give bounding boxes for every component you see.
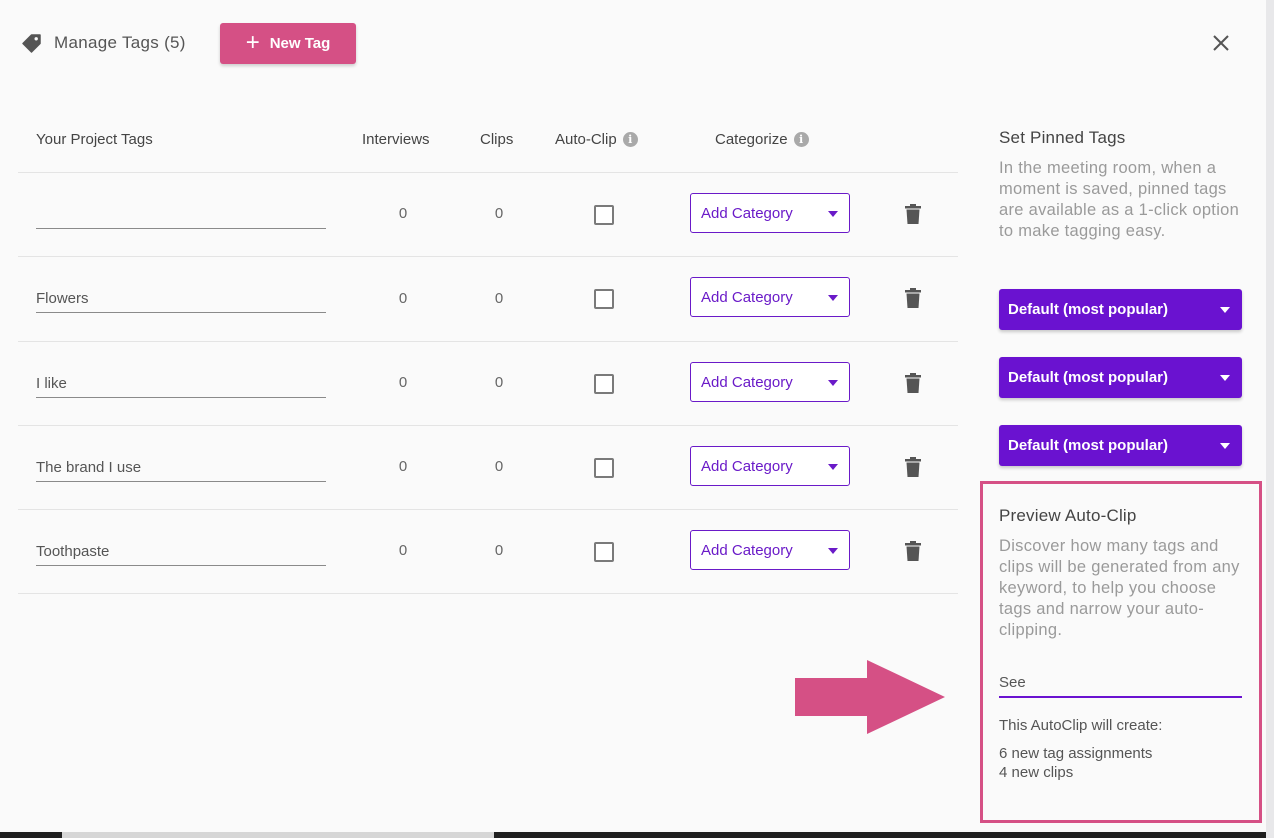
add-category-label: Add Category	[701, 457, 793, 475]
interviews-count: 0	[398, 458, 408, 475]
add-category-dropdown[interactable]: Add Category	[690, 362, 850, 402]
trash-icon[interactable]	[905, 541, 921, 561]
auto-clip-result-tags: 6 new tag assignments	[999, 745, 1153, 762]
column-header-categorize-label: Categorize	[715, 131, 788, 148]
column-header-tags-label: Your Project Tags	[36, 131, 153, 148]
add-category-label: Add Category	[701, 288, 793, 306]
column-header-auto-clip-label: Auto-Clip	[555, 131, 617, 148]
interviews-count: 0	[398, 290, 408, 307]
chevron-down-icon	[828, 295, 838, 301]
pinned-tag-dropdown-label: Default (most popular)	[1008, 437, 1168, 454]
clips-count: 0	[494, 458, 504, 475]
add-category-label: Add Category	[701, 204, 793, 222]
add-category-label: Add Category	[701, 541, 793, 559]
row-divider	[18, 509, 958, 510]
pinned-tag-dropdown-3[interactable]: Default (most popular)	[999, 425, 1242, 466]
chevron-down-icon	[1220, 307, 1230, 313]
arrow-right-icon	[795, 660, 945, 734]
column-header-auto-clip: Auto-Clip i	[555, 131, 638, 148]
trash-icon[interactable]	[905, 373, 921, 393]
chevron-down-icon	[828, 548, 838, 554]
plus-icon: +	[245, 28, 260, 56]
row-divider	[18, 172, 958, 173]
pinned-tags-title: Set Pinned Tags	[999, 128, 1126, 147]
preview-auto-clip-description: Discover how many tags and clips will be…	[999, 537, 1240, 639]
pinned-tag-dropdown-1[interactable]: Default (most popular)	[999, 289, 1242, 330]
close-icon[interactable]	[1210, 32, 1232, 54]
new-tag-label: New Tag	[269, 35, 331, 52]
tag-name-input[interactable]	[36, 538, 326, 566]
trash-icon[interactable]	[905, 457, 921, 477]
new-tag-button[interactable]: + New Tag	[220, 23, 356, 64]
auto-clip-checkbox[interactable]	[594, 458, 614, 478]
column-header-interviews: Interviews	[362, 131, 430, 148]
interviews-count: 0	[398, 205, 408, 222]
auto-clip-checkbox[interactable]	[594, 374, 614, 394]
clips-count: 0	[494, 542, 504, 559]
auto-clip-checkbox[interactable]	[594, 289, 614, 309]
clips-count: 0	[494, 205, 504, 222]
auto-clip-result-label: This AutoClip will create:	[999, 717, 1163, 734]
row-divider	[18, 593, 958, 594]
tag-name-input[interactable]	[36, 370, 326, 398]
trash-icon[interactable]	[905, 204, 921, 224]
horizontal-scrollbar[interactable]	[62, 832, 494, 838]
pinned-tag-dropdown-2[interactable]: Default (most popular)	[999, 357, 1242, 398]
auto-clip-checkbox[interactable]	[594, 542, 614, 562]
row-divider	[18, 425, 958, 426]
clips-count: 0	[494, 290, 504, 307]
add-category-dropdown[interactable]: Add Category	[690, 193, 850, 233]
add-category-dropdown[interactable]: Add Category	[690, 277, 850, 317]
keyword-input[interactable]	[999, 668, 1242, 698]
add-category-label: Add Category	[701, 373, 793, 391]
chevron-down-icon	[1220, 375, 1230, 381]
chevron-down-icon	[828, 380, 838, 386]
auto-clip-result-clips: 4 new clips	[999, 764, 1074, 781]
tag-name-input[interactable]	[36, 285, 326, 313]
column-header-clips: Clips	[480, 131, 513, 148]
trash-icon[interactable]	[905, 288, 921, 308]
tag-icon	[22, 34, 41, 53]
info-icon[interactable]: i	[622, 132, 638, 147]
info-icon[interactable]: i	[793, 132, 809, 147]
row-divider	[18, 341, 958, 342]
interviews-count: 0	[398, 542, 408, 559]
pinned-tags-description: In the meeting room, when a moment is sa…	[999, 159, 1240, 240]
background-strip	[1266, 0, 1274, 838]
auto-clip-checkbox[interactable]	[594, 205, 614, 225]
pinned-tag-dropdown-label: Default (most popular)	[1008, 369, 1168, 386]
pinned-tag-dropdown-label: Default (most popular)	[1008, 301, 1168, 318]
tag-name-input[interactable]	[36, 454, 326, 482]
clips-count: 0	[494, 374, 504, 391]
column-header-clips-label: Clips	[480, 131, 514, 148]
add-category-dropdown[interactable]: Add Category	[690, 530, 850, 570]
chevron-down-icon	[828, 464, 838, 470]
chevron-down-icon	[1220, 443, 1230, 449]
chevron-down-icon	[828, 211, 838, 217]
column-header-interviews-label: Interviews	[362, 131, 430, 148]
row-divider	[18, 256, 958, 257]
column-header-categorize: Categorize i	[715, 131, 809, 148]
add-category-dropdown[interactable]: Add Category	[690, 446, 850, 486]
page-title: Manage Tags (5)	[54, 33, 186, 52]
column-header-tags: Your Project Tags	[36, 131, 153, 148]
interviews-count: 0	[398, 374, 408, 391]
preview-auto-clip-title: Preview Auto-Clip	[999, 506, 1137, 525]
tag-name-input[interactable]	[36, 201, 326, 229]
